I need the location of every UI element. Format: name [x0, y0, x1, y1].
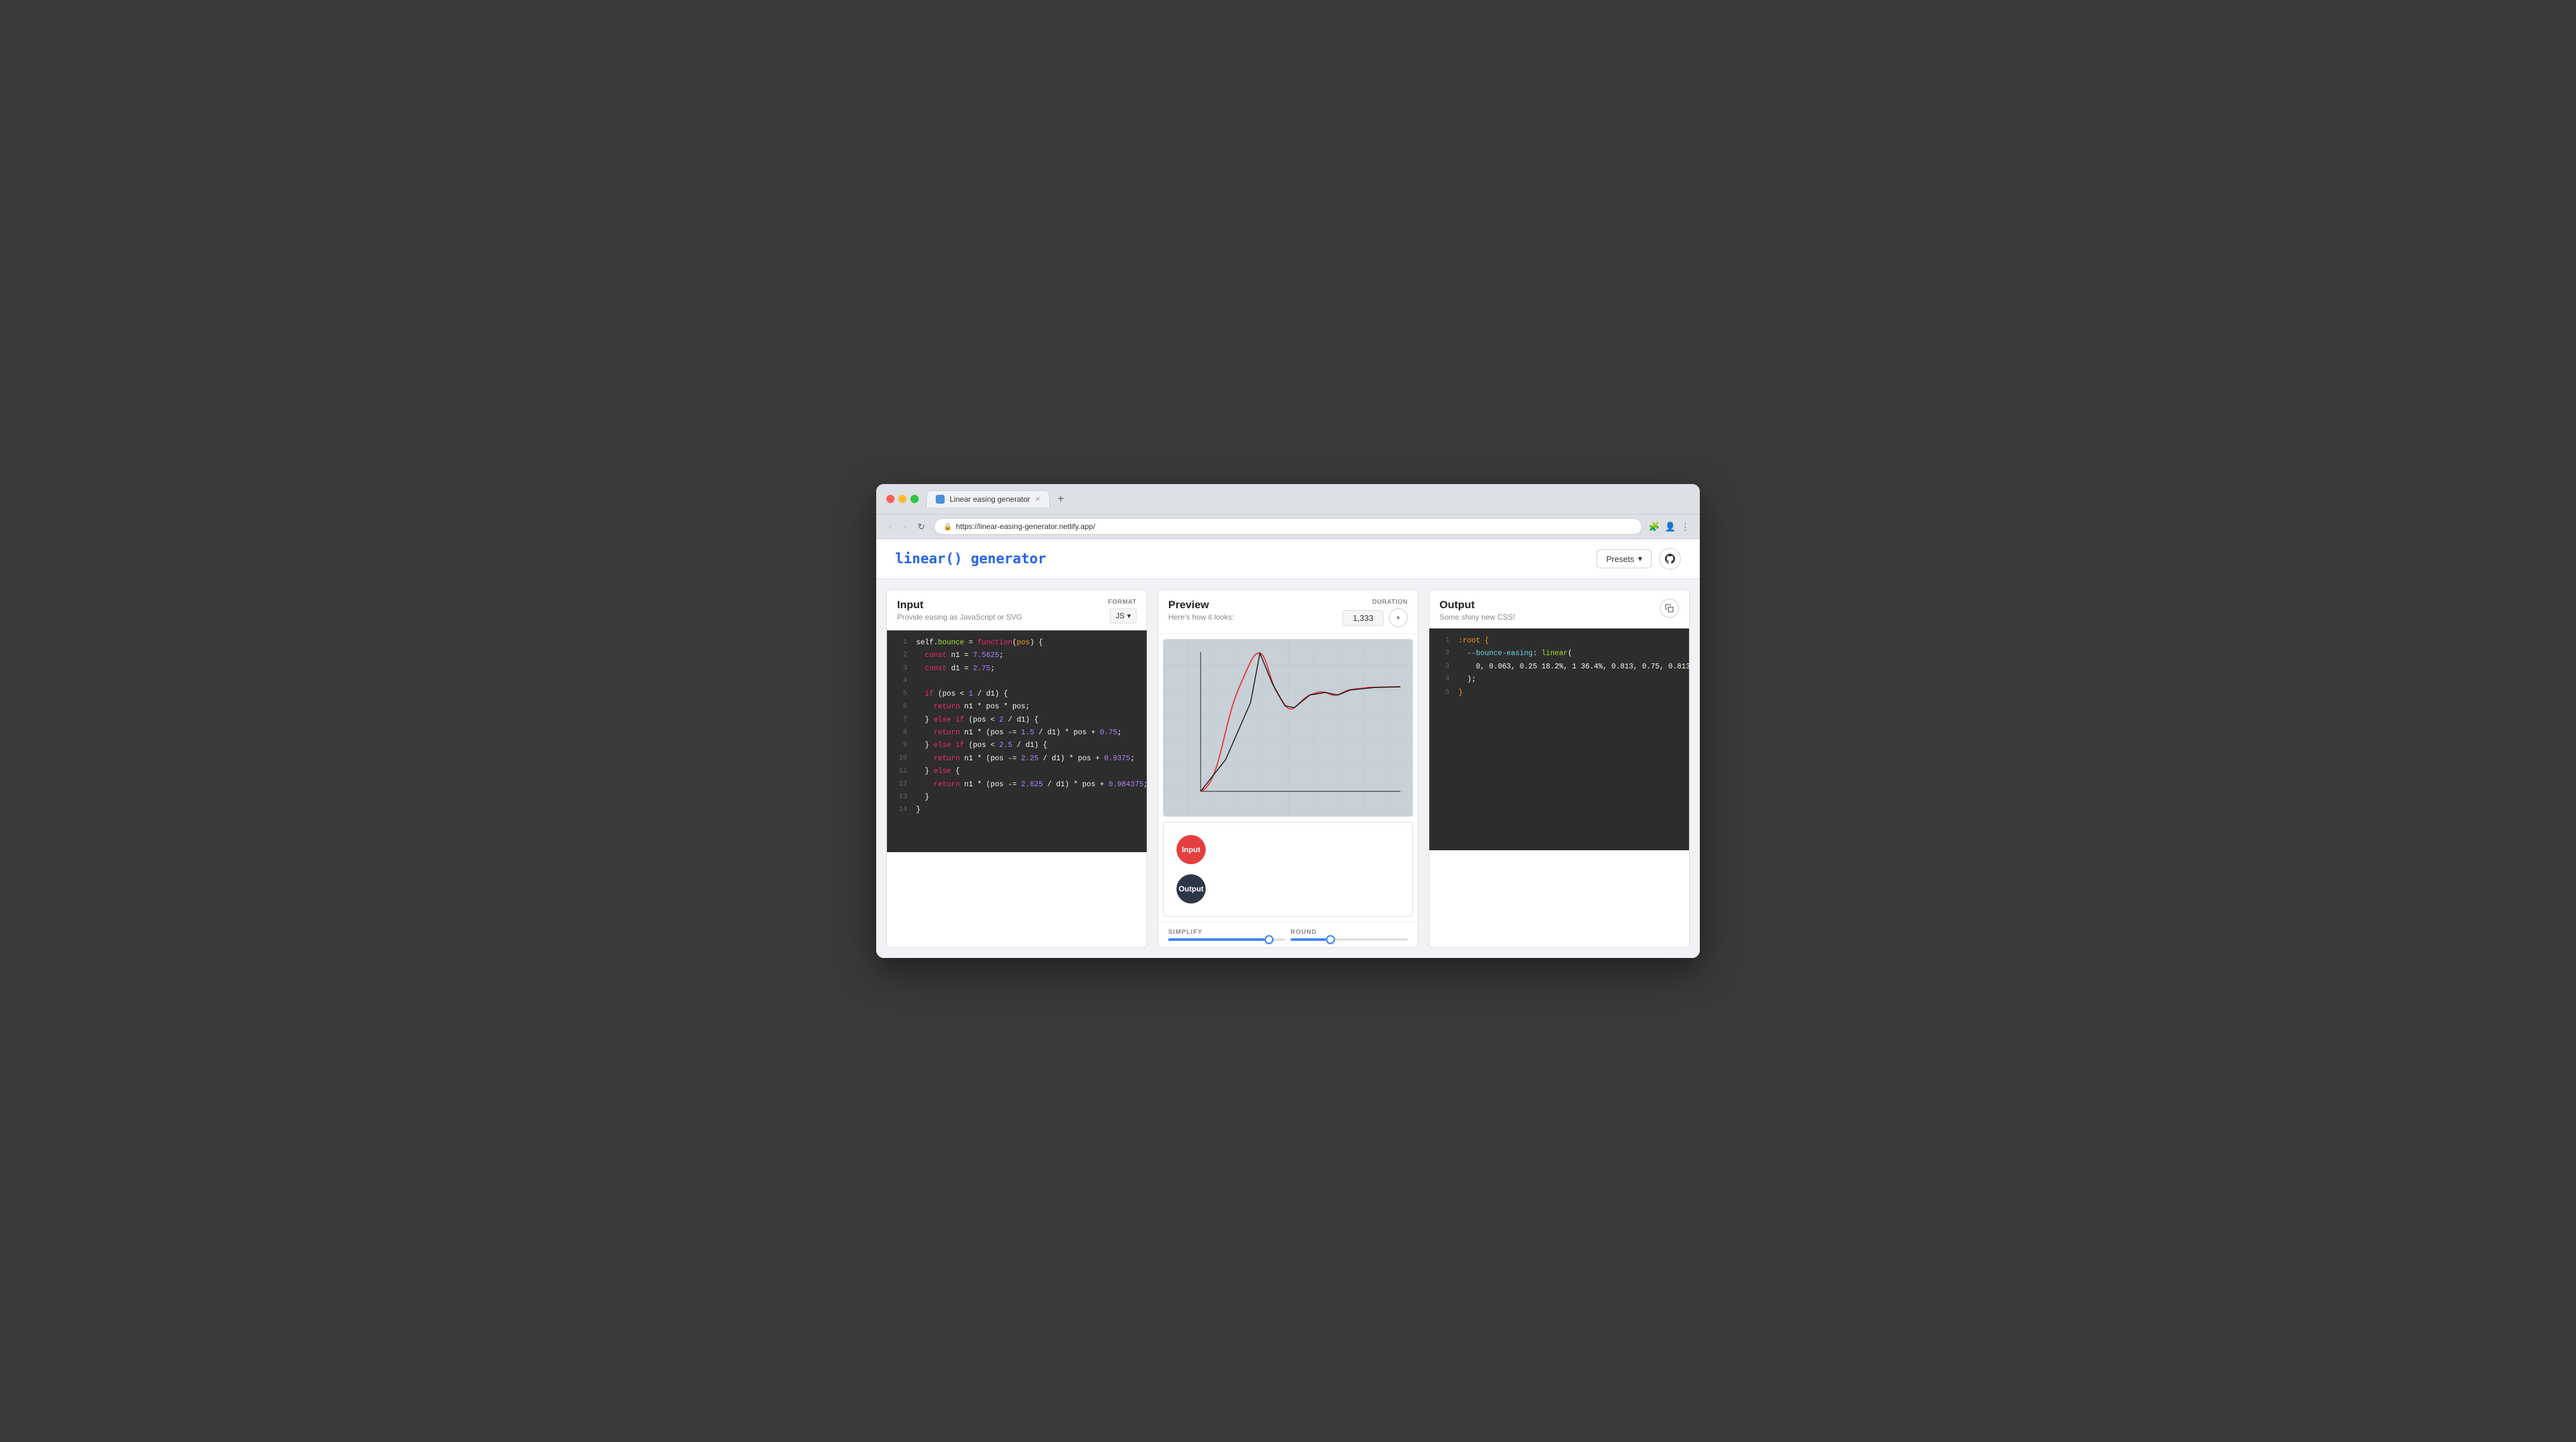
code-line-13: 13 }	[887, 791, 1147, 804]
code-line-6: 6 return n1 * pos * pos;	[887, 701, 1147, 713]
input-panel-header: Input Provide easing as JavaScript or SV…	[887, 590, 1147, 630]
app-header: linear() generator Presets ▾	[876, 539, 1700, 579]
format-label: FORMAT	[1108, 599, 1137, 606]
github-icon	[1665, 554, 1675, 564]
preview-panel-subtitle: Here's how it looks:	[1168, 613, 1234, 622]
format-value: JS	[1116, 611, 1125, 620]
code-line-10: 10 return n1 * (pos -= 2.25 / d1) * pos …	[887, 753, 1147, 765]
input-panel: Input Provide easing as JavaScript or SV…	[886, 589, 1147, 948]
duration-control: DURATION ⏸	[1342, 599, 1408, 627]
format-selector: FORMAT JS ▾	[1108, 599, 1137, 623]
minimize-button[interactable]	[898, 495, 907, 503]
easing-chart	[1163, 639, 1413, 817]
active-tab[interactable]: Linear easing generator ✕	[926, 490, 1050, 507]
copy-icon	[1665, 604, 1674, 613]
github-button[interactable]	[1659, 548, 1681, 570]
tab-favicon	[936, 495, 945, 504]
code-line-4: 4	[887, 675, 1147, 688]
extensions-button[interactable]: 🧩	[1648, 521, 1659, 532]
app-content: linear() generator Presets ▾ Inp	[876, 539, 1700, 958]
chart-svg	[1163, 639, 1413, 817]
address-input[interactable]: 🔒 https://linear-easing-generator.netlif…	[934, 518, 1642, 535]
sliders-area: SIMPLIFY ROUND	[1158, 922, 1418, 947]
browser-window: Linear easing generator ✕ + ‹ › ↻ 🔒 http…	[876, 484, 1700, 958]
round-label: ROUND	[1291, 929, 1408, 936]
presets-button[interactable]: Presets ▾	[1597, 549, 1652, 568]
simplify-slider-track	[1168, 938, 1285, 941]
input-ball-label: Input	[1182, 845, 1200, 854]
preview-panel-header: Preview Here's how it looks: DURATION ⏸	[1158, 590, 1418, 634]
simplify-slider-fill	[1168, 938, 1265, 941]
preview-panel: Preview Here's how it looks: DURATION ⏸	[1157, 589, 1419, 948]
preview-panel-title: Preview	[1168, 599, 1234, 611]
input-panel-title: Input	[897, 599, 1022, 611]
forward-button[interactable]: ›	[901, 519, 909, 534]
profile-button[interactable]: 👤	[1665, 521, 1676, 532]
close-button[interactable]	[886, 495, 895, 503]
back-button[interactable]: ‹	[886, 519, 895, 534]
maximize-button[interactable]	[910, 495, 919, 503]
output-line-5: 5 }	[1429, 687, 1689, 699]
traffic-lights	[886, 495, 919, 503]
input-panel-subtitle: Provide easing as JavaScript or SVG	[897, 613, 1022, 622]
tab-bar: Linear easing generator ✕ +	[926, 490, 1669, 507]
output-code: 1 :root { 2 --bounce-easing: linear( 3 0…	[1429, 628, 1689, 850]
output-panel-title: Output	[1439, 599, 1515, 611]
output-ball: Output	[1176, 874, 1206, 903]
round-slider-track	[1291, 938, 1408, 941]
presets-label: Presets	[1606, 554, 1634, 564]
animation-area: Input Output	[1163, 822, 1413, 917]
code-line-1: 1 self.bounce = function(pos) {	[887, 637, 1147, 649]
code-line-3: 3 const d1 = 2.75;	[887, 663, 1147, 675]
code-line-12: 12 return n1 * (pos -= 2.625 / d1) * pos…	[887, 779, 1147, 791]
lock-icon: 🔒	[943, 523, 952, 531]
code-line-7: 7 } else if (pos < 2 / d1) {	[887, 714, 1147, 727]
browser-toolbar: 🧩 👤 ⋮	[1648, 521, 1690, 532]
format-select[interactable]: JS ▾	[1110, 608, 1137, 623]
output-panel-subtitle: Some shiny new CSS!	[1439, 613, 1515, 622]
output-panel: Output Some shiny new CSS! 1 :root {	[1429, 589, 1690, 948]
code-editor[interactable]: 1 self.bounce = function(pos) { 2 const …	[887, 630, 1147, 852]
title-bar: Linear easing generator ✕ +	[876, 484, 1700, 514]
chevron-down-icon: ▾	[1638, 554, 1642, 564]
code-line-5: 5 if (pos < 1 / d1) {	[887, 688, 1147, 701]
copy-button[interactable]	[1660, 599, 1679, 618]
round-slider-group: ROUND	[1291, 929, 1408, 941]
app-logo: linear() generator	[895, 551, 1046, 567]
pause-icon: ⏸	[1397, 615, 1400, 622]
output-panel-header: Output Some shiny new CSS!	[1429, 590, 1689, 628]
tab-title: Linear easing generator	[950, 495, 1030, 504]
output-line-3: 3 0, 0.063, 0.25 18.2%, 1 36.4%, 0.813, …	[1429, 661, 1689, 673]
pause-button[interactable]: ⏸	[1389, 608, 1408, 627]
code-line-2: 2 const n1 = 7.5625;	[887, 649, 1147, 662]
duration-controls: ⏸	[1342, 608, 1408, 627]
output-line-4: 4 );	[1429, 673, 1689, 686]
code-line-11: 11 } else {	[887, 765, 1147, 778]
output-line-1: 1 :root {	[1429, 635, 1689, 648]
chevron-down-icon: ▾	[1127, 611, 1131, 620]
refresh-button[interactable]: ↻	[915, 519, 928, 535]
round-slider-fill	[1291, 938, 1326, 941]
header-right: Presets ▾	[1597, 548, 1681, 570]
output-ball-label: Output	[1178, 884, 1203, 893]
duration-input[interactable]	[1342, 610, 1384, 626]
code-line-14: 14 }	[887, 804, 1147, 817]
simplify-slider-group: SIMPLIFY	[1168, 929, 1285, 941]
url-text: https://linear-easing-generator.netlify.…	[956, 522, 1095, 531]
new-tab-button[interactable]: +	[1055, 492, 1067, 506]
address-bar: ‹ › ↻ 🔒 https://linear-easing-generator.…	[876, 514, 1700, 539]
input-ball: Input	[1176, 835, 1206, 864]
round-slider-thumb[interactable]	[1326, 935, 1335, 944]
code-line-9: 9 } else if (pos < 2.5 / d1) {	[887, 739, 1147, 752]
tab-close-button[interactable]: ✕	[1035, 496, 1040, 503]
code-line-8: 8 return n1 * (pos -= 1.5 / d1) * pos + …	[887, 727, 1147, 739]
menu-button[interactable]: ⋮	[1681, 521, 1690, 532]
duration-label: DURATION	[1372, 599, 1408, 606]
simplify-slider-thumb[interactable]	[1265, 935, 1273, 944]
output-line-2: 2 --bounce-easing: linear(	[1429, 648, 1689, 660]
main-layout: Input Provide easing as JavaScript or SV…	[876, 579, 1700, 958]
